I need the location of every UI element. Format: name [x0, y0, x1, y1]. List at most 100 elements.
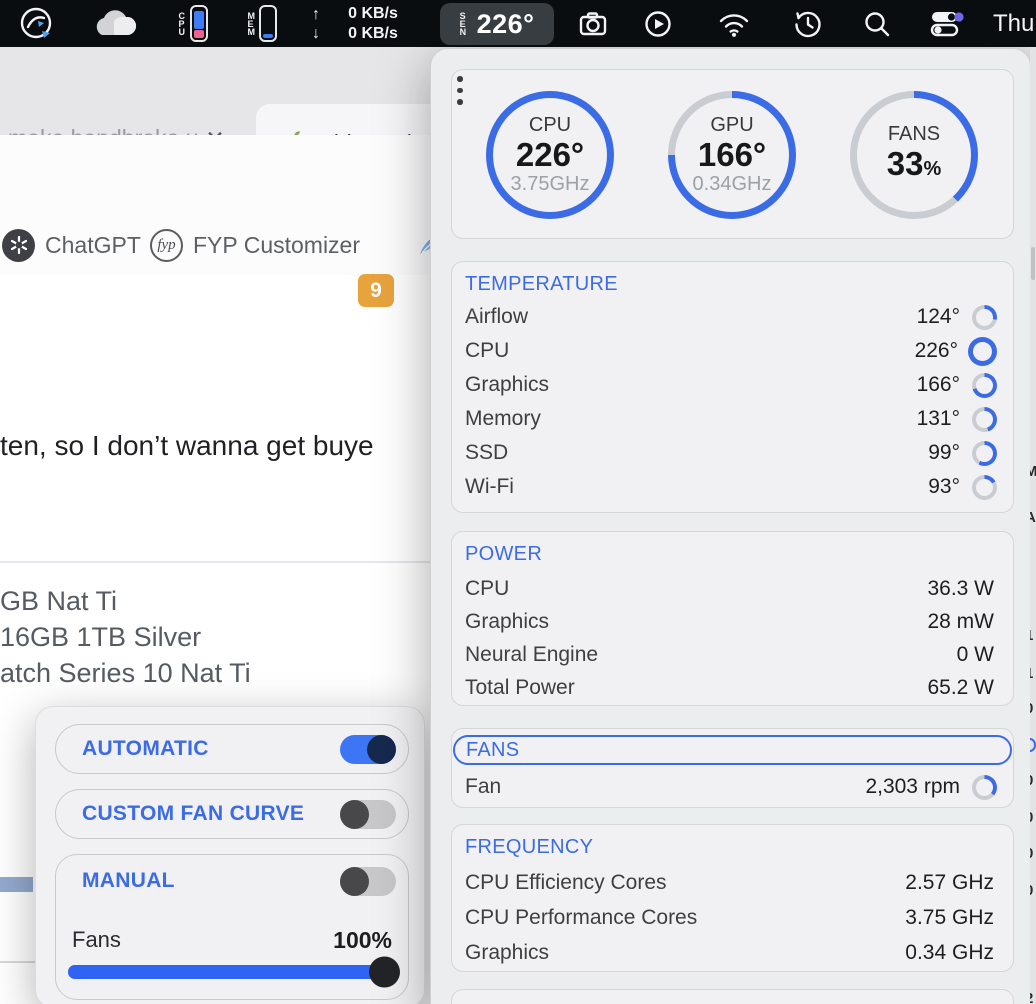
temperature-row: SSD 99°	[452, 436, 1013, 470]
chatgpt-logo-icon	[2, 228, 35, 262]
gauge-label: GPU	[710, 114, 754, 136]
fan-rpm-ring	[972, 774, 997, 800]
onedrive-cloud-icon	[96, 9, 137, 35]
automatic-toggle[interactable]	[340, 735, 396, 764]
power-row: Graphics 28 mW	[465, 609, 994, 633]
cpu-meter-bar	[189, 5, 208, 42]
menu-bar-clock-day[interactable]: Thu	[993, 0, 1034, 47]
temperature-title: TEMPERATURE	[465, 273, 618, 295]
control-center-icon	[930, 11, 964, 36]
manual-mode-group: MANUAL Fans 100%	[55, 854, 409, 1000]
temperature-row: Graphics 166°	[452, 368, 1013, 402]
toggle-knob	[367, 735, 396, 764]
fan-control-panel: AUTOMATIC CUSTOM FAN CURVE MANUAL Fans 1…	[35, 706, 425, 1004]
slider-fill	[68, 956, 400, 988]
temperature-row: Wi-Fi 93°	[452, 470, 1013, 504]
cpu-meter-menu-item[interactable]: CPU	[170, 0, 216, 47]
gauges-card: CPU 226° 3.75GHz GPU 166° 0.34GHz FANS 3…	[451, 69, 1014, 239]
page-list-line: atch Series 10 Nat Ti	[0, 658, 251, 688]
page-list-line: 16GB 1TB Silver	[0, 622, 202, 652]
fans-title: FANS	[466, 738, 520, 761]
temperature-row: Memory 131°	[452, 402, 1013, 436]
net-down-speed: 0 KB/s	[348, 24, 398, 42]
cpu-gauge: CPU 226° 3.75GHz	[486, 91, 614, 219]
clipped-ring-fragment	[1030, 738, 1036, 752]
toggle-knob	[340, 867, 369, 896]
notification-dot	[954, 11, 964, 22]
mem-meter-menu-item[interactable]: MEM	[239, 0, 285, 47]
network-speed-readout[interactable]: 0 KB/s 0 KB/s	[330, 0, 416, 47]
gauge-sub: 3.75GHz	[510, 173, 590, 195]
mem-meter-bar	[258, 5, 277, 42]
mem-meter-label: MEM	[247, 10, 256, 37]
spotlight-menu-item[interactable]	[860, 0, 894, 47]
bookmark-chatgpt-label: ChatGPT	[45, 231, 141, 258]
automatic-mode-group: AUTOMATIC	[55, 724, 409, 774]
fan-row: Fan 2,303 rpm	[452, 771, 1013, 803]
temp-ring	[972, 304, 997, 330]
frequency-title: FREQUENCY	[465, 836, 594, 858]
fyp-logo-icon: fyp	[150, 228, 183, 262]
screenshot-menu-item[interactable]	[576, 0, 610, 47]
menu-bar: CPU MEM ↑ ↓ 0 KB/s 0 KB/s SEN 226° Thu	[0, 0, 1036, 47]
manual-toggle[interactable]	[340, 867, 396, 896]
temperature-row: Airflow 124°	[452, 300, 1013, 334]
temp-ring	[968, 336, 997, 366]
custom-fan-curve-toggle[interactable]	[340, 800, 396, 829]
network-menu-item[interactable]: ↑ ↓	[303, 0, 329, 47]
gauge-label: FANS	[887, 123, 941, 145]
gauge-value: 33	[886, 145, 924, 182]
fans-slider-value: 100%	[333, 926, 392, 953]
power-row: Total Power 65.2 W	[465, 675, 994, 699]
frequency-card: FREQUENCY CPU Efficiency Cores 2.57 GHz …	[451, 824, 1014, 972]
scrollbar-thumb[interactable]	[1031, 247, 1035, 280]
sensor-menu-item-active[interactable]: SEN 226°	[440, 3, 554, 45]
frequency-row: CPU Efficiency Cores 2.57 GHz	[465, 870, 994, 894]
bookmark-chatgpt[interactable]: ChatGPT	[2, 215, 141, 275]
temp-ring	[972, 474, 997, 500]
bookmark-fyp-customizer[interactable]: fyp FYP Customizer	[150, 215, 360, 275]
gauge-sub: 0.34GHz	[692, 173, 772, 195]
page-list-line: GB Nat Ti	[0, 586, 118, 616]
frequency-row: CPU Performance Cores 3.75 GHz	[465, 905, 994, 929]
screen: CPU MEM ↑ ↓ 0 KB/s 0 KB/s SEN 226° Thu 9…	[0, 0, 1036, 1004]
gauge-value: 166°	[697, 136, 767, 173]
temperature-card: TEMPERATURE Airflow 124° CPU 226° Graphi…	[451, 261, 1014, 513]
power-row: Neural Engine 0 W	[465, 642, 994, 666]
automatic-label: AUTOMATIC	[82, 737, 209, 760]
creative-cloud-menu-item[interactable]	[14, 0, 58, 47]
background-window-sliver: MA:1100000:2	[1030, 47, 1036, 1004]
time-machine-menu-item[interactable]	[792, 0, 824, 47]
temp-ring	[972, 406, 997, 432]
toggle-knob	[340, 800, 369, 829]
extension-badge-count: 9	[358, 274, 394, 307]
power-title: POWER	[465, 543, 543, 565]
fans-title-focus-ring[interactable]: FANS	[453, 735, 1012, 765]
wifi-menu-item[interactable]	[716, 0, 752, 47]
kebab-menu-icon[interactable]	[457, 76, 463, 105]
power-row: CPU 36.3 W	[465, 576, 994, 600]
sensor-temperature-value: 226°	[476, 8, 535, 39]
fans-card: FANS Fan 2,303 rpm	[451, 728, 1014, 808]
power-card: POWER CPU 36.3 W Graphics 28 mW Neural E…	[451, 531, 1014, 706]
bookmark-fyp-label: FYP Customizer	[193, 231, 361, 258]
sensor-popover-panel: CPU 226° 3.75GHz GPU 166° 0.34GHz FANS 3…	[430, 48, 1031, 1004]
onedrive-menu-item[interactable]	[88, 0, 140, 47]
camera-icon	[579, 11, 607, 35]
wifi-icon	[719, 13, 749, 37]
time-machine-clock-icon	[795, 11, 821, 37]
control-center-menu-item[interactable]	[926, 0, 968, 47]
gpu-gauge: GPU 166° 0.34GHz	[668, 91, 796, 219]
custom-fan-curve-group: CUSTOM FAN CURVE	[55, 789, 409, 839]
fans-slider-label: Fans	[72, 927, 121, 952]
gauge-value: 226°	[515, 136, 585, 173]
fan-speed-slider[interactable]	[68, 956, 400, 988]
custom-fan-curve-label: CUSTOM FAN CURVE	[82, 802, 305, 825]
fans-gauge: FANS 33%	[850, 91, 978, 219]
creative-cloud-icon	[18, 5, 55, 42]
media-playback-menu-item[interactable]	[642, 0, 674, 47]
page-selection-bar	[0, 877, 33, 892]
page-paragraph: ten, so I don’t wanna get buye	[0, 430, 374, 461]
page-divider	[0, 561, 432, 563]
slider-knob[interactable]	[369, 956, 400, 988]
